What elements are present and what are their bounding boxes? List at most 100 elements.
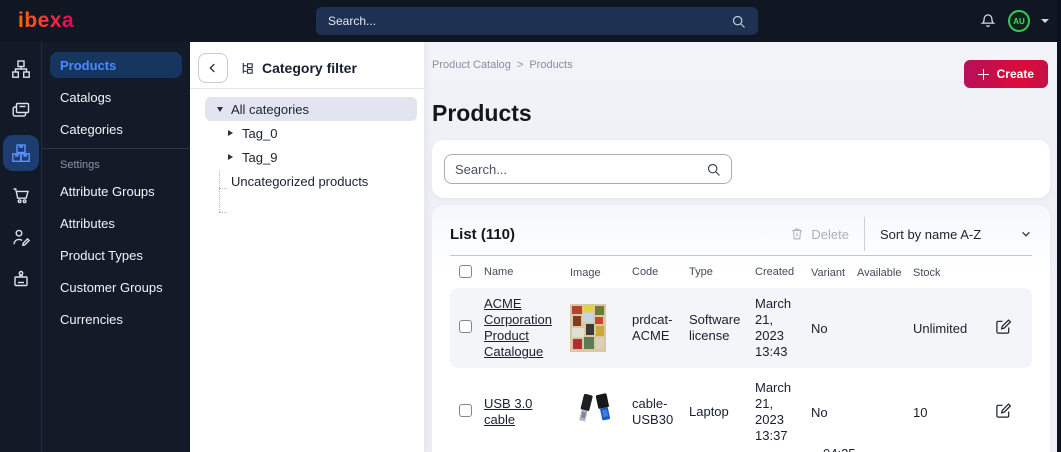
- rail-item-customers[interactable]: [3, 219, 39, 255]
- category-filter-title: Category filter: [262, 60, 357, 76]
- tree-item-label: All categories: [231, 101, 310, 117]
- product-variant: No: [811, 320, 828, 336]
- sidebar-menu: Products Catalogs Categories Settings At…: [42, 42, 190, 452]
- edit-button[interactable]: [993, 402, 1013, 422]
- table-row: USB 3.0 cable cable-USB30 Laptop March 2…: [450, 372, 1032, 452]
- rail-item-commerce[interactable]: [3, 177, 39, 213]
- avatar[interactable]: AU: [1008, 10, 1030, 32]
- tree-item-tag-9[interactable]: Tag_9: [190, 145, 424, 169]
- tree-item-uncategorized[interactable]: Uncategorized products: [190, 169, 424, 193]
- product-name-link[interactable]: USB 3.0 cable: [484, 396, 532, 427]
- product-code: prdcat-ACME: [632, 311, 673, 343]
- column-header-available: Available: [857, 267, 902, 279]
- back-chevron-icon: [209, 63, 215, 73]
- cart-icon: [13, 188, 29, 204]
- product-search-input[interactable]: [455, 161, 706, 177]
- sidebar-item-attributes[interactable]: Attributes: [50, 210, 182, 236]
- column-header-type: Type: [689, 266, 713, 279]
- category-filter-panel: Category filter All categories Tag_0 Tag…: [190, 42, 425, 452]
- page-title: Products: [432, 100, 532, 126]
- product-created: March 21, 2023 13:43: [755, 295, 792, 360]
- sidebar-item-categories[interactable]: Categories: [50, 116, 182, 142]
- column-header-stock: Stock: [913, 267, 941, 279]
- column-header-code: Code: [632, 266, 659, 279]
- badge-icon: [13, 270, 28, 287]
- product-variant: No: [811, 404, 828, 420]
- plus-icon: [977, 68, 989, 80]
- row-checkbox[interactable]: [459, 404, 472, 417]
- product-type: Laptop: [689, 403, 729, 419]
- collapse-panel-button[interactable]: [198, 53, 228, 83]
- product-code: cable-USB30: [632, 395, 674, 427]
- table-header-row: Name Image Code Type Created Variant Ava…: [450, 260, 1032, 286]
- global-search[interactable]: [316, 7, 758, 35]
- tree-item-label: Uncategorized products: [231, 173, 369, 189]
- search-icon: [707, 163, 720, 176]
- tree-item-all-categories[interactable]: All categories: [205, 97, 417, 121]
- sort-dropdown-label: Sort by name A-Z: [880, 226, 982, 242]
- column-header-image: Image: [570, 267, 601, 279]
- tree-guide-line: [219, 171, 220, 212]
- column-header-name: Name: [484, 266, 514, 279]
- main-content: Product Catalog > Products Products Crea…: [425, 42, 1057, 452]
- sidebar-item-attribute-groups[interactable]: Attribute Groups: [50, 178, 182, 204]
- icon-rail: [0, 42, 42, 452]
- global-search-input[interactable]: [328, 14, 731, 28]
- table-row: ACME Corporation Product Catalogue prdca…: [450, 288, 1032, 368]
- vertical-divider: [864, 217, 865, 251]
- select-all-checkbox[interactable]: [459, 265, 472, 278]
- customer-edit-icon: [12, 229, 30, 247]
- caret-right-icon[interactable]: [228, 154, 233, 160]
- chevron-down-icon: [1022, 231, 1030, 237]
- sidebar-item-catalogs[interactable]: Catalogs: [50, 84, 182, 110]
- tree-guide-line: [219, 188, 227, 189]
- list-title: List (110): [450, 225, 516, 243]
- tree-guide-line: [219, 212, 227, 213]
- rail-item-content-structure[interactable]: [3, 51, 39, 87]
- trash-icon: [792, 228, 803, 240]
- sitemap-icon: [11, 60, 30, 78]
- panel-divider: [190, 88, 424, 89]
- product-type: Software license: [689, 311, 741, 343]
- breadcrumb-products[interactable]: Products: [529, 59, 572, 71]
- ibexa-logo[interactable]: ibexa: [18, 9, 74, 33]
- product-list-card: List (110) Delete Sort by name A-Z Name …: [432, 205, 1050, 452]
- product-created: March 21, 2023 13:37: [755, 379, 792, 444]
- rail-item-pages[interactable]: [3, 93, 39, 129]
- category-tree: All categories Tag_0 Tag_9 Uncategorized…: [190, 97, 424, 213]
- sidebar-item-customer-groups[interactable]: Customer Groups: [50, 274, 182, 300]
- caret-down-icon[interactable]: [1041, 19, 1049, 23]
- edit-button[interactable]: [993, 318, 1013, 338]
- caret-right-icon[interactable]: [228, 130, 233, 136]
- next-row-partial-created-time: 04:25: [823, 446, 856, 452]
- tree-item-label: Tag_9: [242, 149, 278, 165]
- edit-icon: [995, 403, 1011, 418]
- edit-icon: [995, 319, 1011, 334]
- products-boxes-icon: [11, 144, 30, 163]
- caret-down-icon[interactable]: [217, 106, 223, 112]
- column-header-created: Created: [755, 266, 795, 279]
- window-edge: [1057, 0, 1061, 452]
- tree-item-label: Tag_0: [242, 125, 278, 141]
- column-header-variant: Variant: [811, 267, 846, 279]
- sidebar-item-products[interactable]: Products: [50, 52, 182, 78]
- sidebar-item-currencies[interactable]: Currencies: [50, 306, 182, 332]
- tree-item-tag-0[interactable]: Tag_0: [190, 121, 424, 145]
- search-icon: [732, 15, 745, 28]
- menu-section-label: Settings: [60, 159, 100, 171]
- product-search-box[interactable]: [444, 154, 732, 184]
- create-button-label: Create: [996, 67, 1034, 81]
- product-name-link[interactable]: ACME Corporation Product Catalogue: [484, 296, 552, 360]
- sidebar-item-product-types[interactable]: Product Types: [50, 242, 182, 268]
- rail-item-product-catalog[interactable]: [2, 135, 39, 171]
- pages-icon: [12, 102, 29, 117]
- create-button[interactable]: Create: [963, 60, 1048, 88]
- delete-button[interactable]: Delete: [790, 227, 849, 242]
- sort-dropdown[interactable]: Sort by name A-Z: [880, 227, 1032, 242]
- product-stock: 10: [913, 404, 928, 420]
- bell-icon[interactable]: [979, 12, 997, 30]
- row-checkbox[interactable]: [459, 320, 472, 333]
- product-thumbnail-catalogue: [570, 304, 606, 352]
- breadcrumb-product-catalog[interactable]: Product Catalog: [432, 59, 511, 71]
- rail-item-subscriptions[interactable]: [3, 261, 39, 297]
